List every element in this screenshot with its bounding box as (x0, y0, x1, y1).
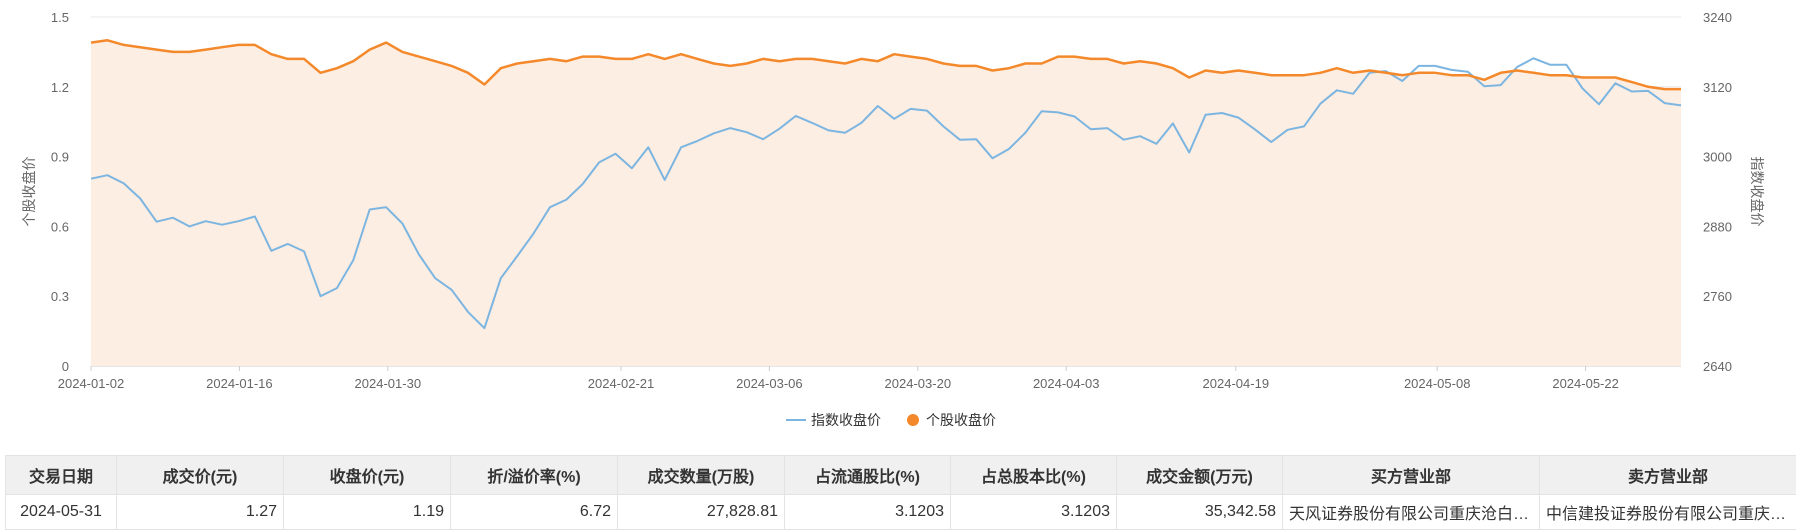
left-tick-label: 1.2 (51, 80, 69, 95)
right-tick-label: 2880 (1703, 219, 1732, 234)
table-header-row: 交易日期 成交价(元) 收盘价(元) 折/溢价率(%) 成交数量(万股) 占流通… (6, 456, 1796, 495)
series-area-1 (91, 40, 1681, 366)
left-tick-label: 0.9 (51, 150, 69, 165)
cell-float-ratio: 3.1203 (785, 495, 951, 530)
header-trade-date: 交易日期 (6, 456, 117, 495)
x-tick-label: 2024-01-30 (355, 376, 422, 391)
legend-label-index: 指数收盘价 (811, 412, 881, 428)
header-amount: 成交金额(万元) (1117, 456, 1283, 495)
area-layer (91, 40, 1681, 366)
cell-close-price: 1.19 (284, 495, 451, 530)
right-tick-label: 2760 (1703, 289, 1732, 304)
right-axis-title: 指数收盘价 (1749, 157, 1765, 227)
left-tick-label: 1.5 (51, 10, 69, 25)
cell-volume: 27,828.81 (618, 495, 785, 530)
cell-buyer: 天风证券股份有限公司重庆沧白… (1283, 495, 1540, 530)
left-axis-title: 个股收盘价 (21, 157, 37, 227)
x-tick-label: 2024-05-08 (1404, 376, 1471, 391)
x-tick-label: 2024-03-20 (885, 376, 952, 391)
right-tick-label: 3120 (1703, 80, 1732, 95)
legend-label-stock: 个股收盘价 (926, 412, 996, 428)
cell-total-ratio: 3.1203 (951, 495, 1117, 530)
x-tick-label: 2024-01-16 (206, 376, 273, 391)
block-trade-table: 交易日期 成交价(元) 收盘价(元) 折/溢价率(%) 成交数量(万股) 占流通… (5, 455, 1796, 530)
right-tick-label: 2640 (1703, 359, 1732, 374)
x-tick-label: 2024-04-03 (1033, 376, 1100, 391)
x-tick-label: 2024-03-06 (736, 376, 803, 391)
header-total-ratio: 占总股本比(%) (951, 456, 1117, 495)
header-close-price: 收盘价(元) (284, 456, 451, 495)
cell-trade-date: 2024-05-31 (6, 495, 117, 530)
left-tick-label: 0.6 (51, 219, 69, 234)
header-float-ratio: 占流通股比(%) (785, 456, 951, 495)
chart-area: 个股收盘价 指数收盘价 0 0.3 0.6 0.9 1.2 1.5 2640 2760 2880… (0, 0, 1796, 450)
left-tick-label: 0.3 (51, 289, 69, 304)
cell-seller: 中信建投证券股份有限公司重庆… (1540, 495, 1796, 530)
header-seller: 卖方营业部 (1540, 456, 1796, 495)
x-tick-label: 2024-01-02 (58, 376, 125, 391)
left-tick-label: 0 (62, 359, 69, 374)
cell-premium-rate: 6.72 (451, 495, 618, 530)
legend-dot-icon (907, 414, 919, 426)
dual-axis-line-chart: 个股收盘价 指数收盘价 0 0.3 0.6 0.9 1.2 1.5 2640 2760 2880… (0, 0, 1796, 450)
legend[interactable]: 指数收盘价 个股收盘价 (786, 412, 996, 428)
right-tick-label: 3240 (1703, 10, 1732, 25)
header-trade-price: 成交价(元) (117, 456, 284, 495)
legend-item-index[interactable]: 指数收盘价 (786, 412, 881, 428)
x-tick-label: 2024-04-19 (1203, 376, 1270, 391)
cell-amount: 35,342.58 (1117, 495, 1283, 530)
right-tick-label: 3000 (1703, 150, 1732, 165)
header-premium-rate: 折/溢价率(%) (451, 456, 618, 495)
legend-item-stock[interactable]: 个股收盘价 (907, 412, 996, 428)
x-tick-label: 2024-05-22 (1552, 376, 1619, 391)
header-volume: 成交数量(万股) (618, 456, 785, 495)
header-buyer: 买方营业部 (1283, 456, 1540, 495)
x-tick-label: 2024-02-21 (588, 376, 655, 391)
cell-trade-price: 1.27 (117, 495, 284, 530)
table-row: 2024-05-31 1.27 1.19 6.72 27,828.81 3.12… (6, 495, 1796, 530)
